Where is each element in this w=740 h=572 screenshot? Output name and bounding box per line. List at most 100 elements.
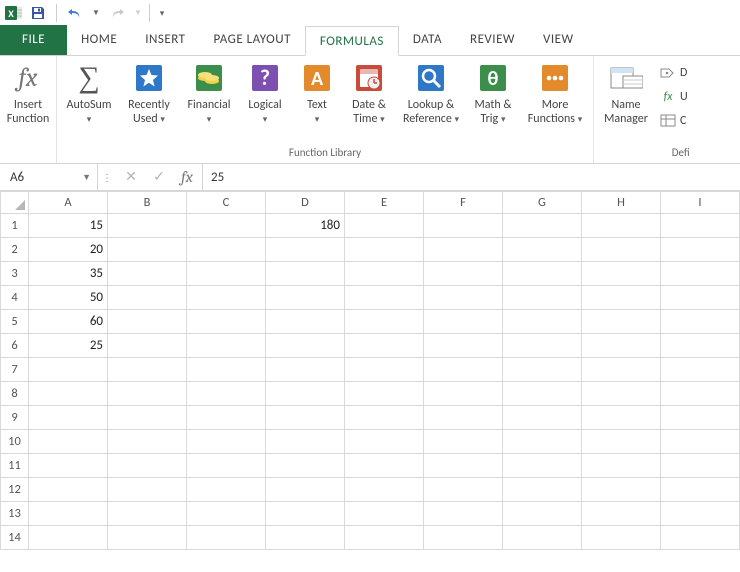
cell-H3[interactable] [582, 262, 661, 286]
redo-button[interactable] [103, 1, 131, 25]
cell-I1[interactable] [661, 214, 740, 238]
tab-data[interactable]: DATA [399, 25, 456, 55]
cell-I10[interactable] [661, 430, 740, 454]
row-header-13[interactable]: 13 [1, 502, 29, 526]
cell-G11[interactable] [503, 454, 582, 478]
cell-E1[interactable] [345, 214, 424, 238]
cell-A5[interactable]: 60 [29, 310, 108, 334]
cell-B2[interactable] [108, 238, 187, 262]
cell-A1[interactable]: 15 [29, 214, 108, 238]
date-time-button[interactable]: Date & Time ▾ [343, 58, 395, 144]
cell-H12[interactable] [582, 478, 661, 502]
cell-I7[interactable] [661, 358, 740, 382]
cell-C14[interactable] [187, 526, 266, 550]
cell-D5[interactable] [266, 310, 345, 334]
cell-B4[interactable] [108, 286, 187, 310]
column-header-C[interactable]: C [187, 192, 266, 214]
cell-B8[interactable] [108, 382, 187, 406]
cell-D8[interactable] [266, 382, 345, 406]
row-header-6[interactable]: 6 [1, 334, 29, 358]
tab-formulas[interactable]: FORMULAS [305, 26, 399, 56]
tab-view[interactable]: VIEW [529, 25, 588, 55]
cell-A9[interactable] [29, 406, 108, 430]
column-header-I[interactable]: I [661, 192, 740, 214]
cell-G6[interactable] [503, 334, 582, 358]
lookup-reference-button[interactable]: Lookup & Reference ▾ [395, 58, 467, 144]
cell-B3[interactable] [108, 262, 187, 286]
cell-C1[interactable] [187, 214, 266, 238]
cell-I3[interactable] [661, 262, 740, 286]
text-button[interactable]: A Text▾ [291, 58, 343, 144]
cell-E10[interactable] [345, 430, 424, 454]
name-box-expand[interactable]: ⋮ [98, 164, 116, 190]
cell-D4[interactable] [266, 286, 345, 310]
cell-D11[interactable] [266, 454, 345, 478]
cell-D14[interactable] [266, 526, 345, 550]
cell-H7[interactable] [582, 358, 661, 382]
cell-F9[interactable] [424, 406, 503, 430]
cell-H8[interactable] [582, 382, 661, 406]
row-header-1[interactable]: 1 [1, 214, 29, 238]
cell-C2[interactable] [187, 238, 266, 262]
tab-page-layout[interactable]: PAGE LAYOUT [200, 25, 305, 55]
cell-G13[interactable] [503, 502, 582, 526]
cell-I12[interactable] [661, 478, 740, 502]
formula-input[interactable]: 25 [203, 164, 740, 190]
undo-button[interactable] [61, 1, 89, 25]
logical-button[interactable]: ? Logical▾ [239, 58, 291, 144]
cell-D3[interactable] [266, 262, 345, 286]
cell-A14[interactable] [29, 526, 108, 550]
column-header-D[interactable]: D [266, 192, 345, 214]
cell-A6[interactable]: 25 [29, 334, 108, 358]
cell-C9[interactable] [187, 406, 266, 430]
cell-E14[interactable] [345, 526, 424, 550]
cell-I11[interactable] [661, 454, 740, 478]
cell-B5[interactable] [108, 310, 187, 334]
math-trig-button[interactable]: θ Math & Trig ▾ [467, 58, 519, 144]
cell-D10[interactable] [266, 430, 345, 454]
row-header-2[interactable]: 2 [1, 238, 29, 262]
cell-B1[interactable] [108, 214, 187, 238]
row-header-4[interactable]: 4 [1, 286, 29, 310]
cell-G4[interactable] [503, 286, 582, 310]
cell-F6[interactable] [424, 334, 503, 358]
row-header-5[interactable]: 5 [1, 310, 29, 334]
row-header-11[interactable]: 11 [1, 454, 29, 478]
cell-A7[interactable] [29, 358, 108, 382]
cell-B14[interactable] [108, 526, 187, 550]
cell-I4[interactable] [661, 286, 740, 310]
cell-E2[interactable] [345, 238, 424, 262]
name-manager-button[interactable]: Name Manager [596, 58, 656, 144]
column-header-A[interactable]: A [29, 192, 108, 214]
cell-A3[interactable]: 35 [29, 262, 108, 286]
save-button[interactable] [24, 1, 52, 25]
cell-H13[interactable] [582, 502, 661, 526]
cell-F12[interactable] [424, 478, 503, 502]
column-header-G[interactable]: G [503, 192, 582, 214]
use-in-formula-button[interactable]: fxU [660, 86, 688, 108]
enter-icon[interactable]: ✓ [150, 169, 168, 186]
fx-icon[interactable]: fx [178, 168, 196, 186]
cell-G5[interactable] [503, 310, 582, 334]
cell-F2[interactable] [424, 238, 503, 262]
cell-I9[interactable] [661, 406, 740, 430]
create-from-selection-button[interactable]: C [660, 110, 688, 132]
cell-G9[interactable] [503, 406, 582, 430]
column-header-F[interactable]: F [424, 192, 503, 214]
cell-H9[interactable] [582, 406, 661, 430]
cell-E12[interactable] [345, 478, 424, 502]
cell-G7[interactable] [503, 358, 582, 382]
cell-F10[interactable] [424, 430, 503, 454]
cell-F11[interactable] [424, 454, 503, 478]
cell-H2[interactable] [582, 238, 661, 262]
cell-E13[interactable] [345, 502, 424, 526]
row-header-14[interactable]: 14 [1, 526, 29, 550]
cell-H14[interactable] [582, 526, 661, 550]
cell-A4[interactable]: 50 [29, 286, 108, 310]
cell-C7[interactable] [187, 358, 266, 382]
tab-home[interactable]: HOME [67, 25, 131, 55]
cell-E5[interactable] [345, 310, 424, 334]
cell-G14[interactable] [503, 526, 582, 550]
cell-G3[interactable] [503, 262, 582, 286]
autosum-button[interactable]: ∑ AutoSum▾ [59, 58, 119, 144]
